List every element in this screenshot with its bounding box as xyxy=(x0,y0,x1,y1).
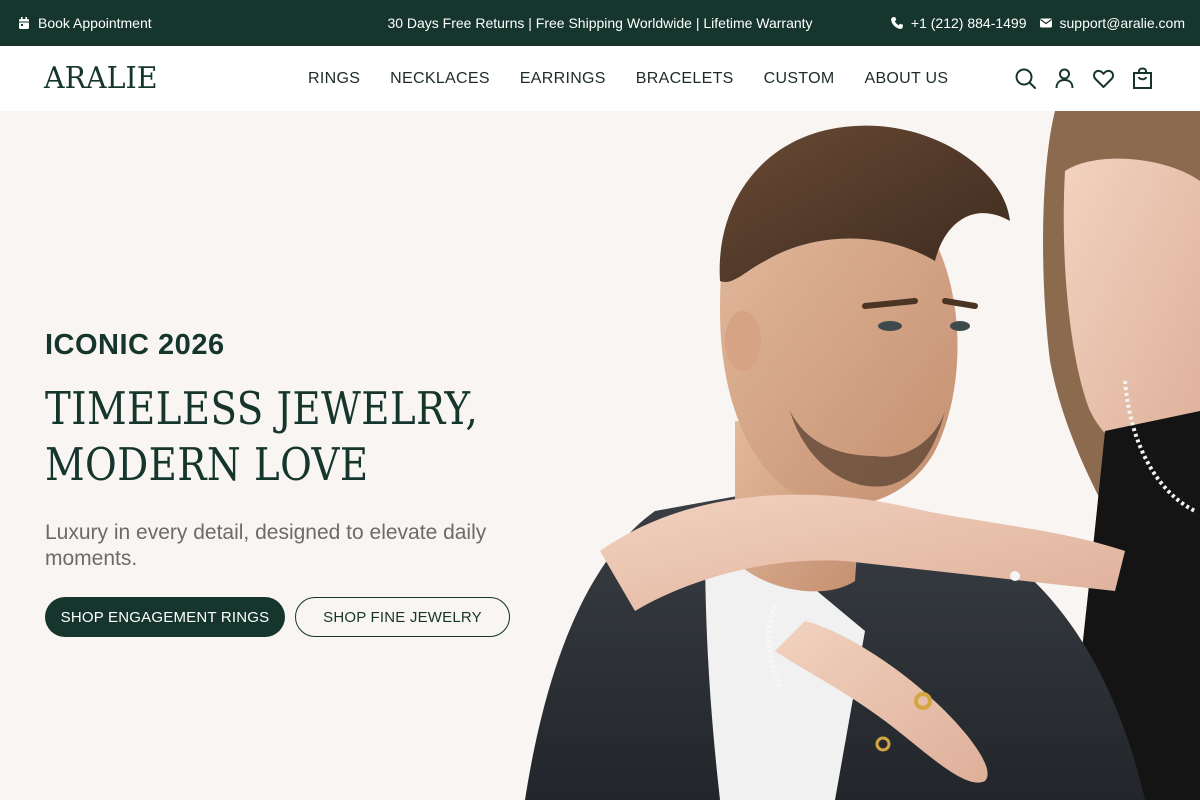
nav-necklaces[interactable]: NECKLACES xyxy=(390,70,490,88)
hero-subtext: Luxury in every detail, designed to elev… xyxy=(45,521,487,570)
phone-link[interactable]: +1 (212) 884-1499 xyxy=(890,15,1027,31)
envelope-icon xyxy=(1039,16,1053,30)
hero-section: ICONIC 2026 TIMELESS JEWELRY, MODERN LOV… xyxy=(0,111,1200,800)
hero-cta-row: SHOP ENGAGEMENT RINGS SHOP FINE JEWELRY xyxy=(45,597,510,637)
nav-rings[interactable]: RINGS xyxy=(308,70,360,88)
shop-fine-jewelry-button[interactable]: SHOP FINE JEWELRY xyxy=(295,597,510,637)
email-link[interactable]: support@aralie.com xyxy=(1039,15,1186,31)
couple-wearing-jewelry-photo xyxy=(525,111,1200,800)
header-actions xyxy=(1014,46,1154,111)
nav-about-us[interactable]: ABOUT US xyxy=(864,70,948,88)
cart-bag-icon[interactable] xyxy=(1131,67,1154,90)
hero-headline: TIMELESS JEWELRY, MODERN LOVE xyxy=(45,381,565,493)
phone-number: +1 (212) 884-1499 xyxy=(910,15,1027,31)
logo[interactable]: ARALIE xyxy=(44,61,158,96)
wishlist-heart-icon[interactable] xyxy=(1092,67,1115,90)
email-address: support@aralie.com xyxy=(1059,15,1186,31)
main-nav: RINGS NECKLACES EARRINGS BRACELETS CUSTO… xyxy=(308,46,948,111)
calendar-icon xyxy=(17,16,31,30)
nav-earrings[interactable]: EARRINGS xyxy=(520,70,606,88)
phone-icon xyxy=(890,16,904,30)
book-appointment-link[interactable]: Book Appointment xyxy=(17,0,152,46)
site-header: ARALIE RINGS NECKLACES EARRINGS BRACELET… xyxy=(0,46,1200,111)
account-icon[interactable] xyxy=(1053,67,1076,90)
search-icon[interactable] xyxy=(1014,67,1037,90)
nav-bracelets[interactable]: BRACELETS xyxy=(636,70,734,88)
nav-custom[interactable]: CUSTOM xyxy=(764,70,835,88)
book-appointment-label: Book Appointment xyxy=(38,15,152,31)
shop-engagement-rings-button[interactable]: SHOP ENGAGEMENT RINGS xyxy=(45,597,285,637)
announcement-bar: Book Appointment 30 Days Free Returns | … xyxy=(0,0,1200,46)
promo-text: 30 Days Free Returns | Free Shipping Wor… xyxy=(387,15,813,31)
hero-headline-line1: TIMELESS JEWELRY, xyxy=(45,382,479,435)
hero-headline-line2: MODERN LOVE xyxy=(45,438,369,491)
hero-eyebrow: ICONIC 2026 xyxy=(45,329,225,361)
